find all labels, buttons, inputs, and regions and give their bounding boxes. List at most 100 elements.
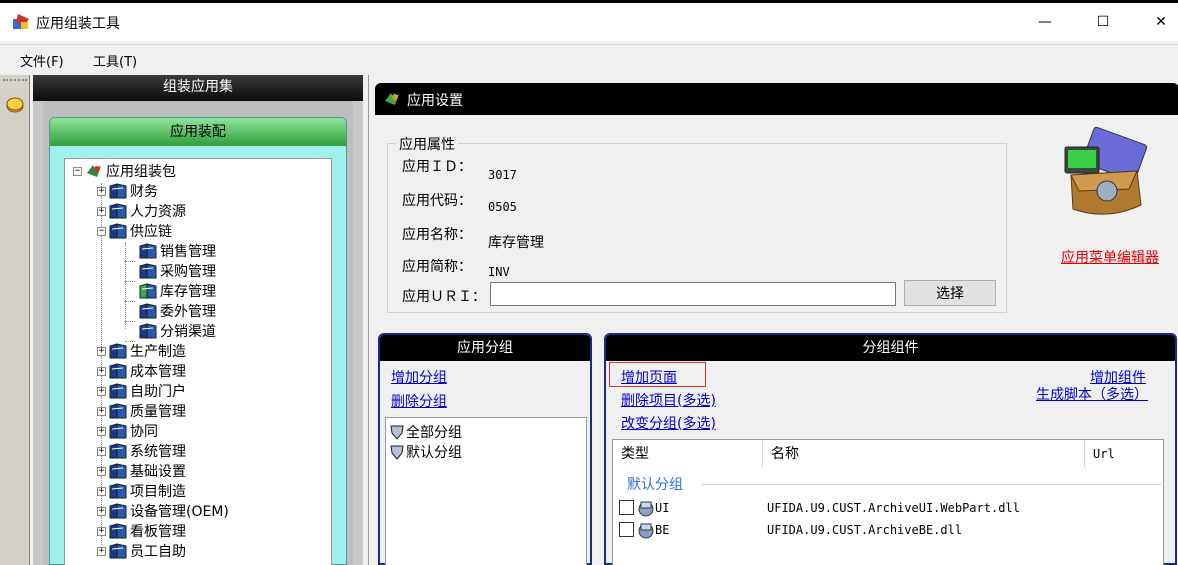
- book-icon: [109, 363, 127, 379]
- app-properties-legend: 应用属性: [396, 134, 458, 154]
- shield-icon: [390, 445, 404, 460]
- row-type: BE: [655, 523, 670, 537]
- book-icon: [109, 463, 127, 479]
- book-icon: [109, 343, 127, 359]
- app-properties-group: 应用属性 应用ＩＤ： 3017 应用代码： 0505 应用名称： 库存管理 应用…: [387, 134, 1007, 313]
- select-button[interactable]: 选择: [904, 280, 996, 306]
- group-item-label: 默认分组: [406, 445, 462, 461]
- section-divider: [701, 484, 1161, 485]
- column-header-url[interactable]: Url: [1085, 440, 1163, 468]
- row-checkbox[interactable]: [619, 500, 634, 515]
- section-label: 默认分组: [627, 477, 683, 493]
- expand-toggle[interactable]: +: [97, 406, 106, 416]
- tree-item[interactable]: 销售管理: [125, 241, 216, 262]
- change-group-link[interactable]: 改变分组(多选): [621, 413, 716, 433]
- group-item-all[interactable]: 全部分组: [390, 422, 462, 442]
- tree-item-label: 项目制造: [130, 484, 186, 500]
- expand-toggle[interactable]: +: [97, 386, 106, 396]
- book-icon: [109, 383, 127, 399]
- left-toolbar-strip: [0, 75, 30, 565]
- row-checkbox[interactable]: [619, 522, 634, 537]
- app-id-label: 应用ＩＤ：: [402, 159, 472, 175]
- expand-toggle[interactable]: +: [97, 546, 106, 556]
- minimize-button[interactable]: —: [1016, 3, 1074, 41]
- tree-item[interactable]: + 质量管理: [97, 401, 186, 421]
- tree-item[interactable]: + 员工自助: [97, 541, 186, 561]
- tree-item[interactable]: 分销渠道: [125, 321, 216, 342]
- expand-toggle[interactable]: +: [97, 206, 106, 216]
- app-code-label: 应用代码：: [402, 193, 472, 209]
- tree-item[interactable]: + 协同: [97, 421, 158, 441]
- menu-tools[interactable]: 工具(T): [93, 51, 137, 70]
- expand-toggle[interactable]: +: [97, 506, 106, 516]
- expand-toggle[interactable]: +: [97, 346, 106, 356]
- tree-item[interactable]: + 自助门户: [97, 381, 186, 401]
- app-assembly-header[interactable]: 应用装配: [50, 118, 346, 146]
- add-page-link[interactable]: 增加页面: [621, 367, 677, 387]
- tree-item[interactable]: + 看板管理: [97, 521, 186, 541]
- tree-item[interactable]: 委外管理: [125, 301, 216, 322]
- tree-item-label: 设备管理(OEM): [130, 504, 229, 520]
- menu-file[interactable]: 文件(F): [20, 51, 64, 70]
- tree-item-label: 生产制造: [130, 344, 186, 360]
- assembly-tree[interactable]: − 应用组装包 + 财务 + 人力资源 − 供应链 销售管理 采购管理 库存管理 委外管理 分销渠道…: [64, 158, 332, 565]
- group-item-default[interactable]: 默认分组: [390, 442, 462, 462]
- app-group-panel: 应用分组 增加分组 删除分组 全部分组 默认分组: [378, 333, 592, 565]
- tree-item[interactable]: 采购管理: [125, 261, 216, 282]
- tree-root[interactable]: − 应用组装包: [73, 161, 176, 181]
- row-name: UFIDA.U9.CUST.ArchiveUI.WebPart.dll: [767, 501, 1020, 515]
- collapse-toggle[interactable]: −: [73, 166, 82, 176]
- delete-group-link[interactable]: 删除分组: [391, 391, 447, 411]
- tree-item[interactable]: + 项目制造: [97, 481, 186, 501]
- menu-editor-icon[interactable]: [1057, 123, 1157, 223]
- expand-toggle[interactable]: +: [97, 186, 106, 196]
- maximize-button[interactable]: ☐: [1074, 3, 1132, 41]
- expand-toggle[interactable]: +: [97, 426, 106, 436]
- tree-item[interactable]: − 供应链: [97, 221, 172, 241]
- app-uri-input[interactable]: [490, 282, 896, 306]
- tree-item-label: 成本管理: [130, 364, 186, 380]
- book-icon: [139, 263, 157, 279]
- book-icon: [109, 523, 127, 539]
- book-icon: [109, 423, 127, 439]
- expand-toggle[interactable]: +: [97, 446, 106, 456]
- tree-item[interactable]: + 生产制造: [97, 341, 186, 361]
- book-icon: [109, 483, 127, 499]
- expand-toggle[interactable]: +: [97, 466, 106, 476]
- column-header-name[interactable]: 名称: [763, 440, 1085, 468]
- tree-item-label: 自助门户: [130, 384, 186, 400]
- table-row[interactable]: BE UFIDA.U9.CUST.ArchiveBE.dll: [619, 520, 1159, 540]
- coin-icon[interactable]: [5, 95, 25, 115]
- generate-script-link[interactable]: 生成脚本（多选）: [1036, 384, 1148, 404]
- app-assembly-box: 应用装配 − 应用组装包 + 财务 + 人力资源 − 供应链销售管理采购管理: [49, 117, 347, 565]
- tree-item[interactable]: + 财务: [97, 181, 158, 201]
- settings-title: 应用设置: [407, 93, 463, 109]
- add-group-link[interactable]: 增加分组: [391, 367, 447, 387]
- components-table[interactable]: 类型 名称 Url 默认分组 UI UFIDA.U9.CUST.ArchiveU…: [612, 439, 1164, 565]
- tree-item[interactable]: + 设备管理(OEM): [97, 501, 229, 521]
- table-row[interactable]: UI UFIDA.U9.CUST.ArchiveUI.WebPart.dll: [619, 498, 1159, 518]
- title-bar[interactable]: 应用组装工具 — ☐ ✕: [0, 3, 1178, 41]
- assembly-set-header: 组装应用集: [33, 75, 363, 101]
- expand-toggle[interactable]: +: [97, 366, 106, 376]
- tree-item[interactable]: + 成本管理: [97, 361, 186, 381]
- book-icon: [139, 283, 157, 299]
- app-group-list[interactable]: 全部分组 默认分组: [385, 417, 587, 565]
- grip-handle[interactable]: [3, 79, 27, 82]
- book-icon: [109, 203, 127, 219]
- menu-editor-link[interactable]: 应用菜单编辑器: [1061, 247, 1159, 267]
- close-button[interactable]: ✕: [1132, 3, 1178, 41]
- tree-item[interactable]: + 基础设置: [97, 461, 186, 481]
- book-icon: [109, 403, 127, 419]
- tree-item-label: 质量管理: [130, 404, 186, 420]
- tree-item[interactable]: + 人力资源: [97, 201, 186, 221]
- tree-item[interactable]: 库存管理: [125, 281, 216, 302]
- tree-item-label: 人力资源: [130, 204, 186, 220]
- expand-toggle[interactable]: +: [97, 526, 106, 536]
- expand-toggle[interactable]: +: [97, 486, 106, 496]
- tree-item[interactable]: + 系统管理: [97, 441, 186, 461]
- tree-item-label: 销售管理: [160, 244, 216, 260]
- expand-toggle[interactable]: −: [97, 226, 106, 236]
- column-header-type[interactable]: 类型: [613, 440, 763, 468]
- delete-items-link[interactable]: 删除项目(多选): [621, 390, 716, 410]
